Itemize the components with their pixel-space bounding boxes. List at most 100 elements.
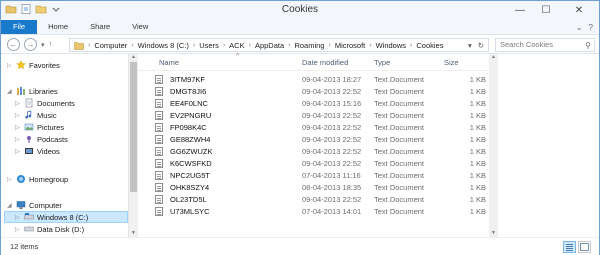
collapsed-arrow-icon[interactable]: ▷ (7, 62, 13, 69)
tab-file[interactable]: File (1, 20, 38, 34)
libraries-icon (17, 87, 25, 95)
minimize-button[interactable]: — (507, 1, 533, 19)
nav-favorites[interactable]: ▷ Favorites (7, 59, 60, 71)
expanded-arrow-icon[interactable]: ◢ (7, 88, 13, 95)
breadcrumb-users[interactable]: Users (199, 41, 219, 50)
preview-pane (498, 54, 599, 237)
breadcrumb-separator: › (410, 41, 413, 49)
address-dropdown-icon[interactable]: ▾ (468, 41, 472, 50)
nav-podcasts[interactable]: ▷ Podcasts (15, 133, 68, 145)
file-list[interactable]: Name Date modified Type Size ^ 3ITM97KF … (138, 53, 489, 237)
nav-music[interactable]: ▷ Music (15, 109, 57, 121)
table-row[interactable]: GG6ZWUZK 09-04-2013 22:52 Text Document … (138, 146, 488, 157)
videos-icon (25, 148, 33, 154)
tab-share[interactable]: Share (79, 20, 121, 34)
breadcrumb-windows-8[interactable]: Windows 8 (C:) (138, 41, 189, 50)
breadcrumb-separator: › (131, 41, 134, 49)
homegroup-icon (17, 175, 25, 183)
table-row[interactable]: EV2PNGRU 09-04-2013 22:52 Text Document … (138, 110, 488, 121)
nav-documents[interactable]: ▷ Documents (15, 97, 75, 109)
drive-icon (24, 226, 34, 232)
collapsed-arrow-icon[interactable]: ▷ (15, 124, 21, 131)
nav-pictures[interactable]: ▷ Pictures (15, 121, 64, 133)
column-header-name[interactable]: Name (159, 58, 179, 67)
nav-drive-c[interactable]: ▷ Windows 8 (C:) (4, 211, 128, 223)
file-date: 09-04-2013 22:52 (302, 87, 362, 96)
scroll-down-icon[interactable]: ▼ (489, 230, 498, 237)
forward-button[interactable]: → (24, 38, 37, 51)
collapsed-arrow-icon[interactable]: ▷ (15, 112, 21, 119)
nav-drive-d[interactable]: ▷ Data Disk (D:) (15, 223, 84, 235)
up-button[interactable]: ↑ (49, 41, 53, 48)
table-row[interactable]: DMGT8JI6 09-04-2013 22:52 Text Document … (138, 86, 488, 97)
navigation-pane[interactable]: ▷ Favorites ◢ Libraries ▷ Documents ▷ Mu… (1, 54, 129, 237)
folder-icon (74, 41, 84, 50)
item-count: 12 items (10, 242, 39, 251)
expanded-arrow-icon[interactable]: ◢ (7, 202, 13, 209)
nav-homegroup[interactable]: ▷ Homegroup (7, 173, 68, 185)
collapsed-arrow-icon[interactable]: ▷ (15, 100, 21, 107)
breadcrumb-ack[interactable]: ACK (229, 41, 244, 50)
recent-locations-icon[interactable]: ▾ (41, 41, 45, 49)
table-row[interactable]: 3ITM97KF 09-04-2013 18:27 Text Document … (138, 74, 488, 85)
scroll-thumb[interactable] (130, 62, 137, 192)
file-name: OL23TD5L (170, 195, 207, 204)
collapsed-arrow-icon[interactable]: ▷ (15, 226, 21, 233)
table-row[interactable]: K6CWSFKD 09-04-2013 22:52 Text Document … (138, 158, 488, 169)
collapsed-arrow-icon[interactable]: ▷ (7, 176, 13, 183)
breadcrumb-microsoft[interactable]: Microsoft (335, 41, 365, 50)
file-size: 1 KB (469, 123, 486, 132)
collapsed-arrow-icon[interactable]: ▷ (15, 148, 21, 155)
table-row[interactable]: FP098K4C 09-04-2013 22:52 Text Document … (138, 122, 488, 133)
breadcrumb[interactable]: › Computer › Windows 8 (C:) › Users › AC… (69, 38, 489, 52)
breadcrumb-appdata[interactable]: AppData (255, 41, 284, 50)
table-row[interactable]: OHK8SZY4 08-04-2013 18:35 Text Document … (138, 182, 488, 193)
table-row[interactable]: OL23TD5L 09-04-2013 22:52 Text Document … (138, 194, 488, 205)
file-size: 1 KB (469, 135, 486, 144)
breadcrumb-roaming[interactable]: Roaming (294, 41, 324, 50)
back-button[interactable]: ← (7, 38, 20, 51)
file-size: 1 KB (469, 147, 486, 156)
file-list-scrollbar[interactable]: ▲ ▼ (489, 54, 498, 237)
expand-ribbon-icon[interactable]: ⌄ (576, 23, 583, 32)
table-row[interactable]: U73MLSYC 07-04-2013 14:01 Text Document … (138, 206, 488, 217)
scroll-up-icon[interactable]: ▲ (489, 54, 498, 61)
table-row[interactable]: GE88ZWH4 09-04-2013 22:52 Text Document … (138, 134, 488, 145)
view-switcher (563, 241, 591, 253)
file-size: 1 KB (469, 207, 486, 216)
search-input[interactable]: Search Cookies ⚲ (495, 38, 595, 52)
collapsed-arrow-icon[interactable]: ▷ (15, 136, 21, 143)
collapsed-arrow-icon[interactable]: ▷ (15, 214, 21, 221)
search-icon[interactable]: ⚲ (585, 40, 591, 52)
breadcrumb-computer[interactable]: Computer (94, 41, 127, 50)
table-row[interactable]: NPC2UG5T 07-04-2013 11:16 Text Document … (138, 170, 488, 181)
tab-home[interactable]: Home (37, 20, 79, 34)
file-date: 08-04-2013 18:35 (302, 183, 362, 192)
scroll-down-icon[interactable]: ▼ (129, 230, 138, 237)
column-header-size[interactable]: Size (444, 58, 459, 67)
nav-computer[interactable]: ◢ Computer (7, 199, 62, 211)
breadcrumb-separator: › (328, 41, 331, 49)
nav-videos[interactable]: ▷ Videos (15, 145, 60, 157)
details-view-button[interactable] (563, 241, 576, 253)
nav-libraries[interactable]: ◢ Libraries (7, 85, 58, 97)
table-row[interactable]: EE4F0LNC 09-04-2013 15:16 Text Document … (138, 98, 488, 109)
breadcrumb-windows[interactable]: Windows (376, 41, 406, 50)
close-button[interactable]: ✕ (559, 1, 599, 19)
help-icon[interactable]: ? (589, 23, 593, 32)
file-size: 1 KB (469, 87, 486, 96)
file-size: 1 KB (469, 195, 486, 204)
explorer-window: Cookies — ☐ ✕ File Home Share View ⌄ ? ←… (0, 0, 600, 255)
file-date: 09-04-2013 22:52 (302, 123, 362, 132)
column-header-date[interactable]: Date modified (302, 58, 348, 67)
column-header-type[interactable]: Type (374, 58, 390, 67)
breadcrumb-cookies[interactable]: Cookies (416, 41, 443, 50)
scroll-up-icon[interactable]: ▲ (129, 54, 138, 61)
tab-view[interactable]: View (121, 20, 159, 34)
large-icons-view-button[interactable] (578, 241, 591, 253)
breadcrumb-separator: › (222, 41, 226, 49)
maximize-button[interactable]: ☐ (533, 1, 559, 19)
refresh-icon[interactable]: ↻ (478, 41, 484, 50)
navigation-scrollbar[interactable]: ▲ ▼ (129, 54, 138, 237)
file-date: 09-04-2013 22:52 (302, 135, 362, 144)
